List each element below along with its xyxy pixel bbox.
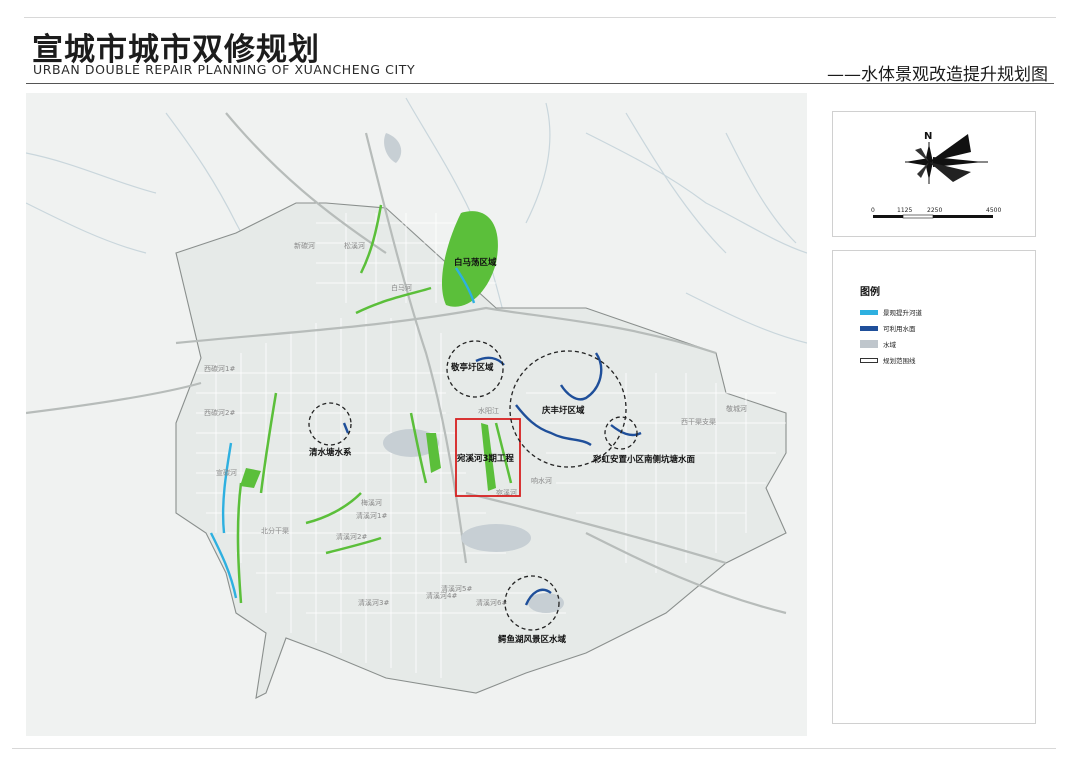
legend-item-water: 水域 [860, 339, 896, 349]
scale-labels: 0 1125 2250 4500 [871, 207, 1001, 214]
north-label: N [924, 131, 932, 142]
river-label-songxi: 松溪河 [344, 241, 365, 250]
label-wanxi: 宛溪河3期工程 [456, 453, 514, 464]
legend-swatch-water [860, 340, 878, 348]
river-label-xintan: 新碳河 [294, 241, 315, 250]
map-subtitle: ——水体景观改造提升规划图 [827, 65, 1048, 85]
river-label-beifen: 北分干渠 [261, 526, 289, 535]
top-divider [24, 17, 1056, 18]
compass-scale-graphic: N 0 1125 2250 4500 [871, 131, 1001, 219]
river-label-qingxi6: 清溪河6# [476, 598, 507, 607]
label-qingfeng: 庆丰圩区域 [541, 405, 585, 416]
compass-scale-panel: N 0 1125 2250 4500 [832, 111, 1036, 237]
river-label-shuiyang: 水阳江 [478, 406, 499, 415]
river-label-qingxi2: 清溪河2# [336, 532, 367, 541]
label-eyu: 鳄鱼湖风景区水域 [498, 634, 567, 645]
page-title-english: URBAN DOUBLE REPAIR PLANNING OF XUANCHEN… [33, 62, 416, 77]
header-divider [26, 83, 1054, 84]
legend-swatch-boundary [860, 357, 878, 363]
legend-label-usable-water: 可利用水面 [883, 325, 916, 333]
river-label-meixi: 梅溪河 [361, 498, 382, 507]
river-label-qingxi5: 清溪河5# [441, 584, 472, 593]
compass-rose [905, 134, 988, 184]
scale-label-0: 0 [871, 207, 875, 214]
river-label-xiangshui: 响水河 [531, 476, 552, 485]
scale-bar [873, 214, 993, 219]
legend-item-landscape-river: 景观提升河道 [860, 307, 922, 317]
river-label-qingxi1: 清溪河1# [356, 511, 387, 520]
scale-label-1: 1125 [897, 207, 912, 214]
legend-panel: 图例 景观提升河道 可利用水面 水域 规划范围线 [832, 250, 1036, 724]
legend-swatch-landscape-river [860, 309, 878, 315]
label-qingshui: 清水塘水系 [309, 447, 352, 458]
river-label-xuantan: 宣碳河 [216, 468, 237, 477]
river-label-jingcheng: 敬城河 [726, 404, 747, 413]
river-label-qingxi3: 清溪河3# [358, 598, 389, 607]
river-label-xitan1: 西碳河1# [204, 364, 235, 373]
river-label-xitan2: 西碳河2# [204, 408, 235, 417]
river-label-xigan: 西干渠支渠 [681, 417, 716, 426]
scale-label-3: 4500 [986, 207, 1001, 214]
planning-map[interactable]: 西碳河1# 西碳河2# 宣碳河 北分干渠 清溪河1# 清溪河2# 清溪河3# 清… [26, 93, 807, 736]
scale-label-2: 2250 [927, 207, 942, 214]
label-jingting: 敬亭圩区域 [450, 362, 494, 373]
label-caihong: 彩虹安置小区南侧坑塘水面 [592, 454, 696, 465]
map-canvas: 西碳河1# 西碳河2# 宣碳河 北分干渠 清溪河1# 清溪河2# 清溪河3# 清… [26, 97, 807, 699]
bottom-divider [12, 748, 1056, 749]
river-label-baima: 白马河 [391, 283, 412, 292]
legend-swatch-usable-water [860, 325, 878, 331]
legend-label-landscape-river: 景观提升河道 [883, 309, 922, 317]
legend-item-boundary: 规划范围线 [860, 355, 916, 365]
legend-item-usable-water: 可利用水面 [860, 323, 916, 333]
legend-label-water: 水域 [883, 341, 896, 349]
label-baima: 白马荡区域 [454, 257, 497, 268]
legend-label-boundary: 规划范围线 [883, 357, 916, 365]
legend-title: 图例 [860, 287, 880, 298]
